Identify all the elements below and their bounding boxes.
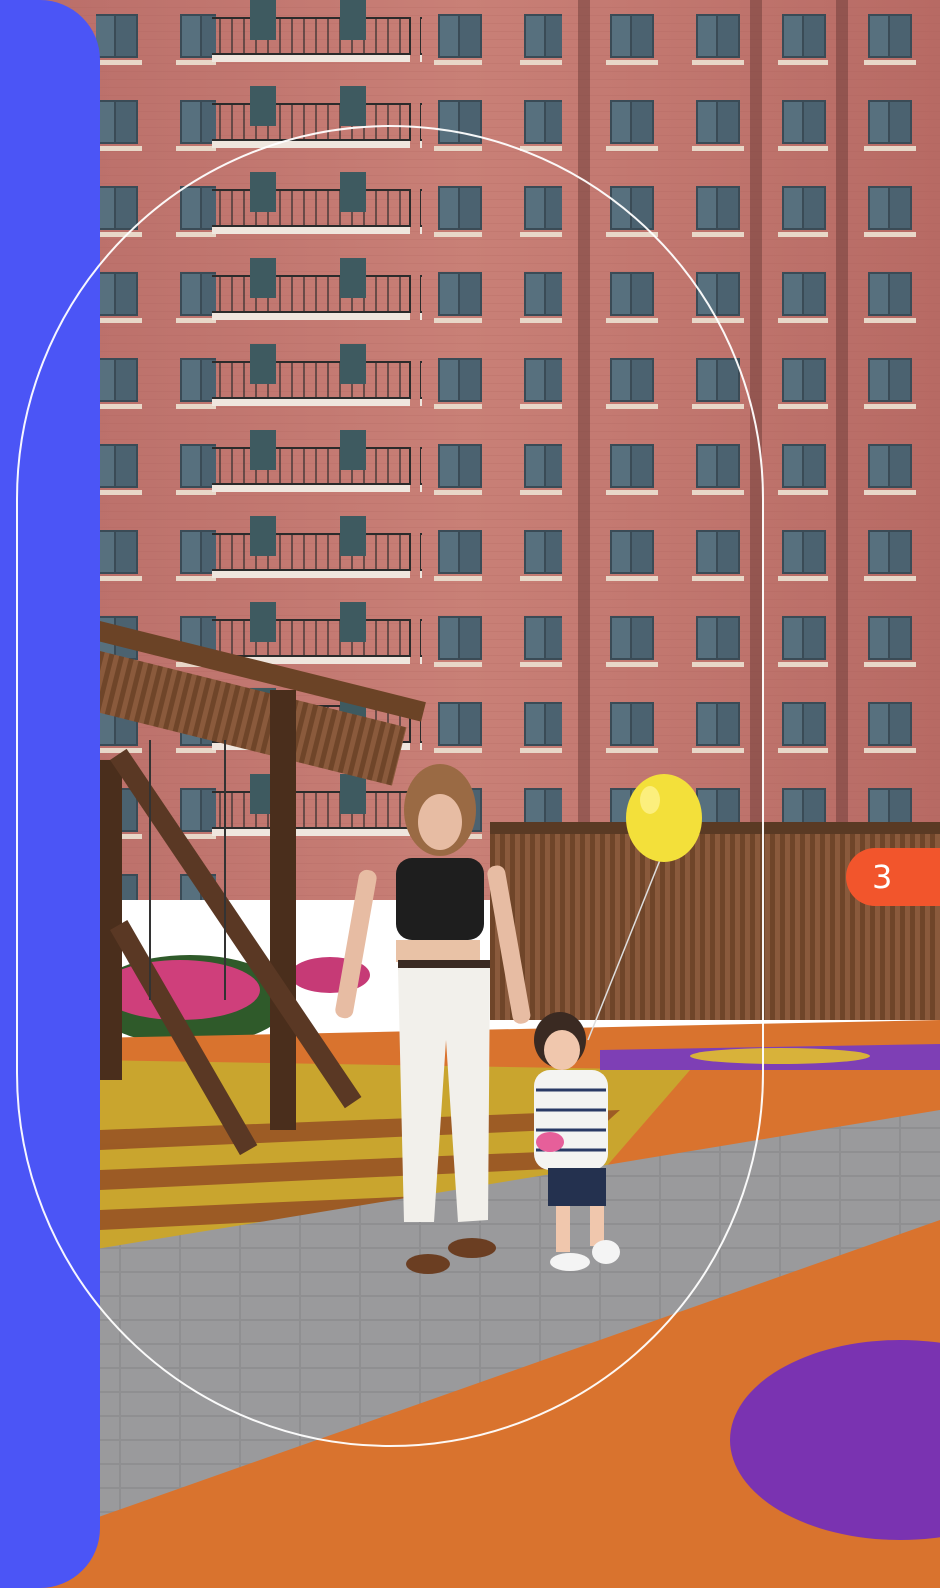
slide-counter-number: 3	[872, 858, 893, 896]
side-accent-panel	[0, 0, 100, 1588]
hero-photo	[0, 0, 940, 1588]
hero-photo-card: 3	[0, 0, 940, 1588]
slide-counter-badge: 3	[846, 848, 940, 906]
